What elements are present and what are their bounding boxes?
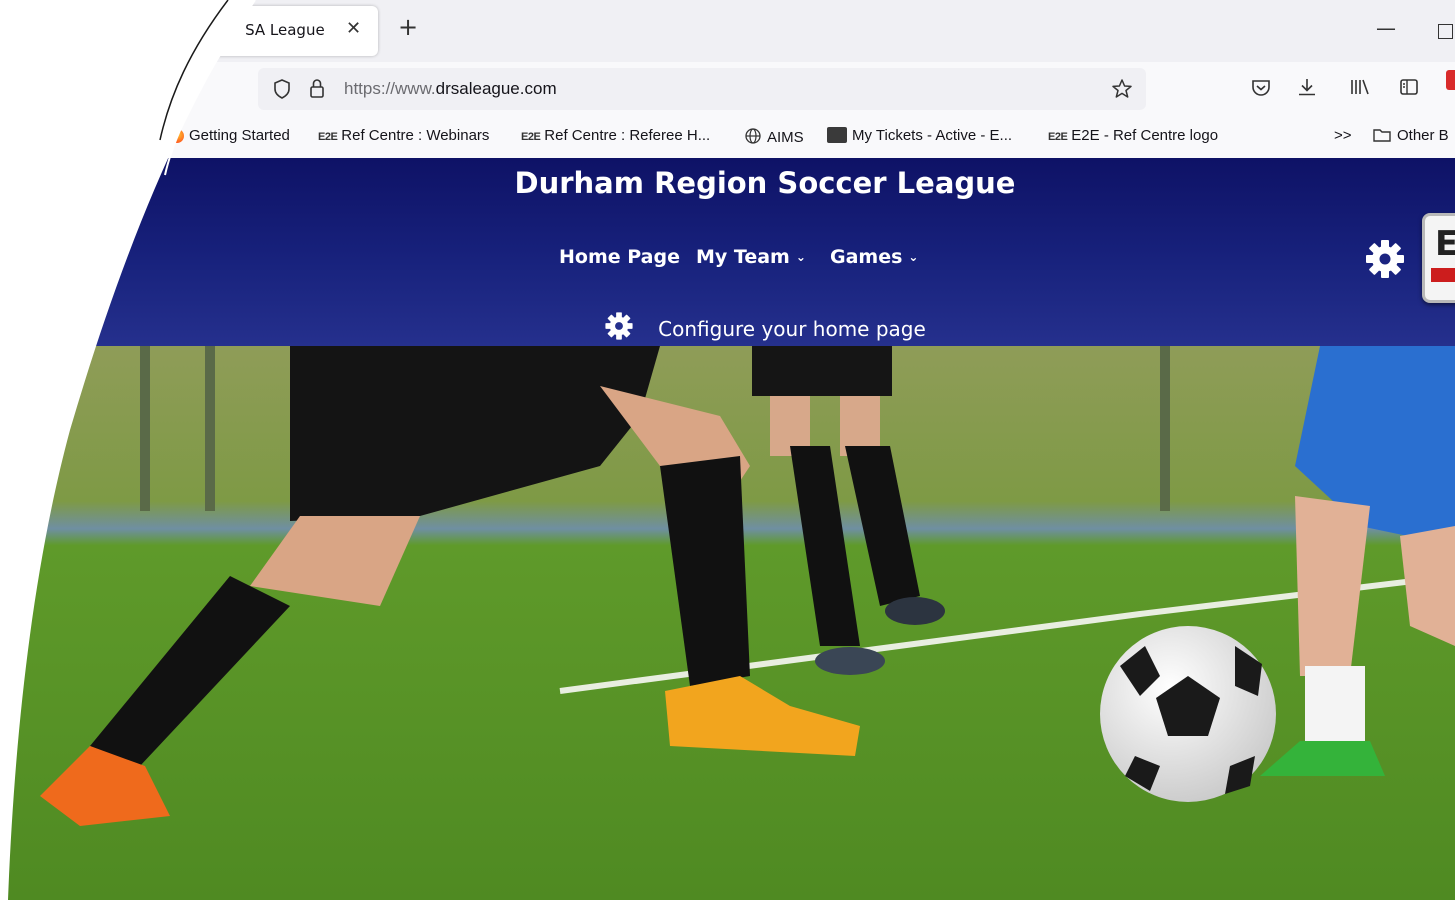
e2e-icon: E2E	[318, 131, 338, 143]
url-domain: drsaleague.com	[435, 79, 557, 98]
address-bar[interactable]: https://www.drsaleague.com	[258, 68, 1146, 110]
plus-icon[interactable]: +	[398, 15, 418, 39]
pocket-icon[interactable]	[1250, 76, 1272, 98]
bookmark-item[interactable]: AIMS	[744, 127, 804, 146]
url-text[interactable]: https://www.drsaleague.com	[344, 79, 557, 99]
maximize-icon[interactable]	[1438, 24, 1453, 39]
bookmark-label: AIMS	[767, 129, 804, 146]
soccer-scene-illustration	[0, 346, 1455, 900]
firefox-icon	[170, 129, 184, 143]
bookmark-label: Getting Started	[189, 127, 290, 144]
lock-icon[interactable]	[308, 77, 326, 99]
logo-letter: E	[1435, 224, 1455, 264]
site-title: Durham Region Soccer League	[514, 166, 1016, 200]
e2e-icon: E2E	[521, 131, 541, 143]
download-icon[interactable]	[1296, 76, 1318, 98]
tickets-icon	[827, 127, 847, 143]
gear-icon	[605, 312, 633, 340]
site-header: Durham Region Soccer League Home Page My…	[0, 158, 1455, 346]
bookmark-item[interactable]: E2E Ref Centre : Referee H...	[521, 127, 710, 144]
configure-home-link[interactable]: Configure your home page	[0, 311, 1455, 341]
configure-label: Configure your home page	[658, 317, 926, 341]
close-icon[interactable]: ✕	[346, 18, 361, 39]
bookmarks-toolbar: Getting Started E2E Ref Centre : Webinars…	[0, 116, 1455, 158]
bookmarks-more-button[interactable]: >>	[1334, 127, 1352, 144]
folder-icon	[1373, 129, 1391, 142]
chevron-down-icon: ⌄	[908, 250, 919, 264]
tab-strip: D’ SA League ✕ + —	[0, 0, 1455, 62]
bookmark-label: E2E - Ref Centre logo	[1071, 127, 1219, 144]
tab-title: D’ SA League	[224, 21, 325, 39]
active-tab[interactable]: D’ SA League ✕	[140, 6, 378, 56]
nav-label: Games	[830, 246, 903, 268]
logo-stripe	[1431, 268, 1455, 282]
minimize-icon[interactable]: —	[1376, 16, 1396, 40]
nav-label: Home Page	[559, 246, 680, 268]
e2e-icon: E2E	[1048, 131, 1068, 143]
gear-icon[interactable]	[1364, 238, 1406, 280]
chevron-down-icon: ⌄	[795, 250, 806, 264]
bookmark-item[interactable]: E2E E2E - Ref Centre logo	[1048, 127, 1218, 144]
bookmark-item[interactable]: Getting Started	[170, 127, 290, 144]
bookmark-item[interactable]: My Tickets - Active - E...	[827, 127, 1012, 144]
url-prefix: https://www.	[344, 79, 436, 98]
star-icon[interactable]	[1110, 77, 1134, 101]
bookmark-label: Ref Centre : Webinars	[341, 127, 490, 144]
other-bookmarks-button[interactable]: Other B	[1372, 127, 1449, 144]
nav-my-team[interactable]: My Team ⌄	[696, 246, 806, 268]
bookmark-item[interactable]: E2E Ref Centre : Webinars	[318, 127, 489, 144]
navigation-toolbar: https://www.drsaleague.com	[0, 62, 1455, 116]
globe-icon	[745, 128, 761, 144]
library-icon[interactable]	[1348, 76, 1370, 98]
nav-home-page[interactable]: Home Page	[559, 246, 680, 268]
nav-games[interactable]: Games ⌄	[830, 246, 918, 268]
other-bookmarks-label: Other B	[1397, 127, 1449, 144]
shield-icon[interactable]	[272, 78, 292, 100]
bookmark-label: My Tickets - Active - E...	[852, 127, 1013, 144]
bookmark-label: Ref Centre : Referee H...	[544, 127, 711, 144]
extension-badge-icon[interactable]	[1446, 70, 1455, 90]
hero-image	[0, 346, 1455, 900]
league-logo[interactable]: E	[1422, 213, 1455, 303]
sidebar-icon[interactable]	[1398, 76, 1420, 98]
nav-label: My Team	[696, 246, 790, 268]
